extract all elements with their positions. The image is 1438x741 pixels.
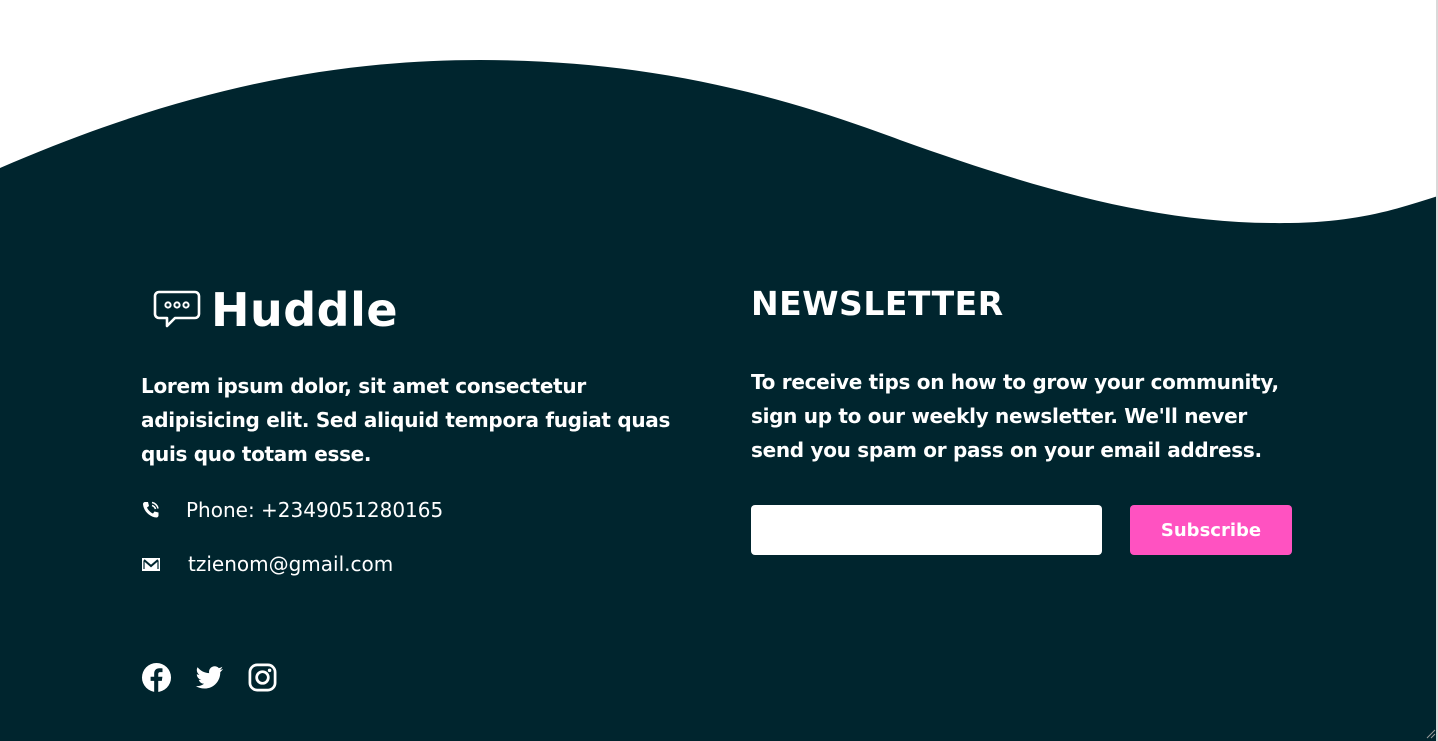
newsletter-column: NEWSLETTER To receive tips on how to gro…	[751, 282, 1311, 555]
footer: Huddle Lorem ipsum dolor, sit amet conse…	[0, 0, 1438, 741]
instagram-icon[interactable]	[247, 662, 278, 693]
footer-brand-column: Huddle Lorem ipsum dolor, sit amet conse…	[141, 280, 681, 579]
chat-bubble-icon	[153, 290, 201, 328]
social-links	[141, 662, 278, 693]
newsletter-form: Subscribe	[751, 505, 1311, 555]
contact-phone: Phone: +2349051280165	[141, 495, 681, 525]
brand-name: Huddle	[211, 283, 399, 337]
phone-icon	[143, 501, 159, 518]
logo[interactable]: Huddle	[153, 280, 681, 340]
newsletter-title: NEWSLETTER	[751, 284, 1004, 323]
email-address[interactable]: tzienom@gmail.com	[188, 552, 393, 576]
email-icon	[142, 558, 160, 571]
phone-number: Phone: +2349051280165	[186, 498, 444, 522]
twitter-icon[interactable]	[194, 662, 225, 693]
newsletter-description: To receive tips on how to grow your comm…	[751, 370, 1279, 462]
facebook-icon[interactable]	[141, 662, 172, 693]
contact-email: tzienom@gmail.com	[141, 549, 681, 579]
page: Huddle Lorem ipsum dolor, sit amet conse…	[0, 0, 1438, 741]
about-text: Lorem ipsum dolor, sit amet consectetur …	[141, 374, 671, 466]
newsletter-email-input[interactable]	[751, 505, 1102, 555]
subscribe-button[interactable]: Subscribe	[1130, 505, 1292, 555]
